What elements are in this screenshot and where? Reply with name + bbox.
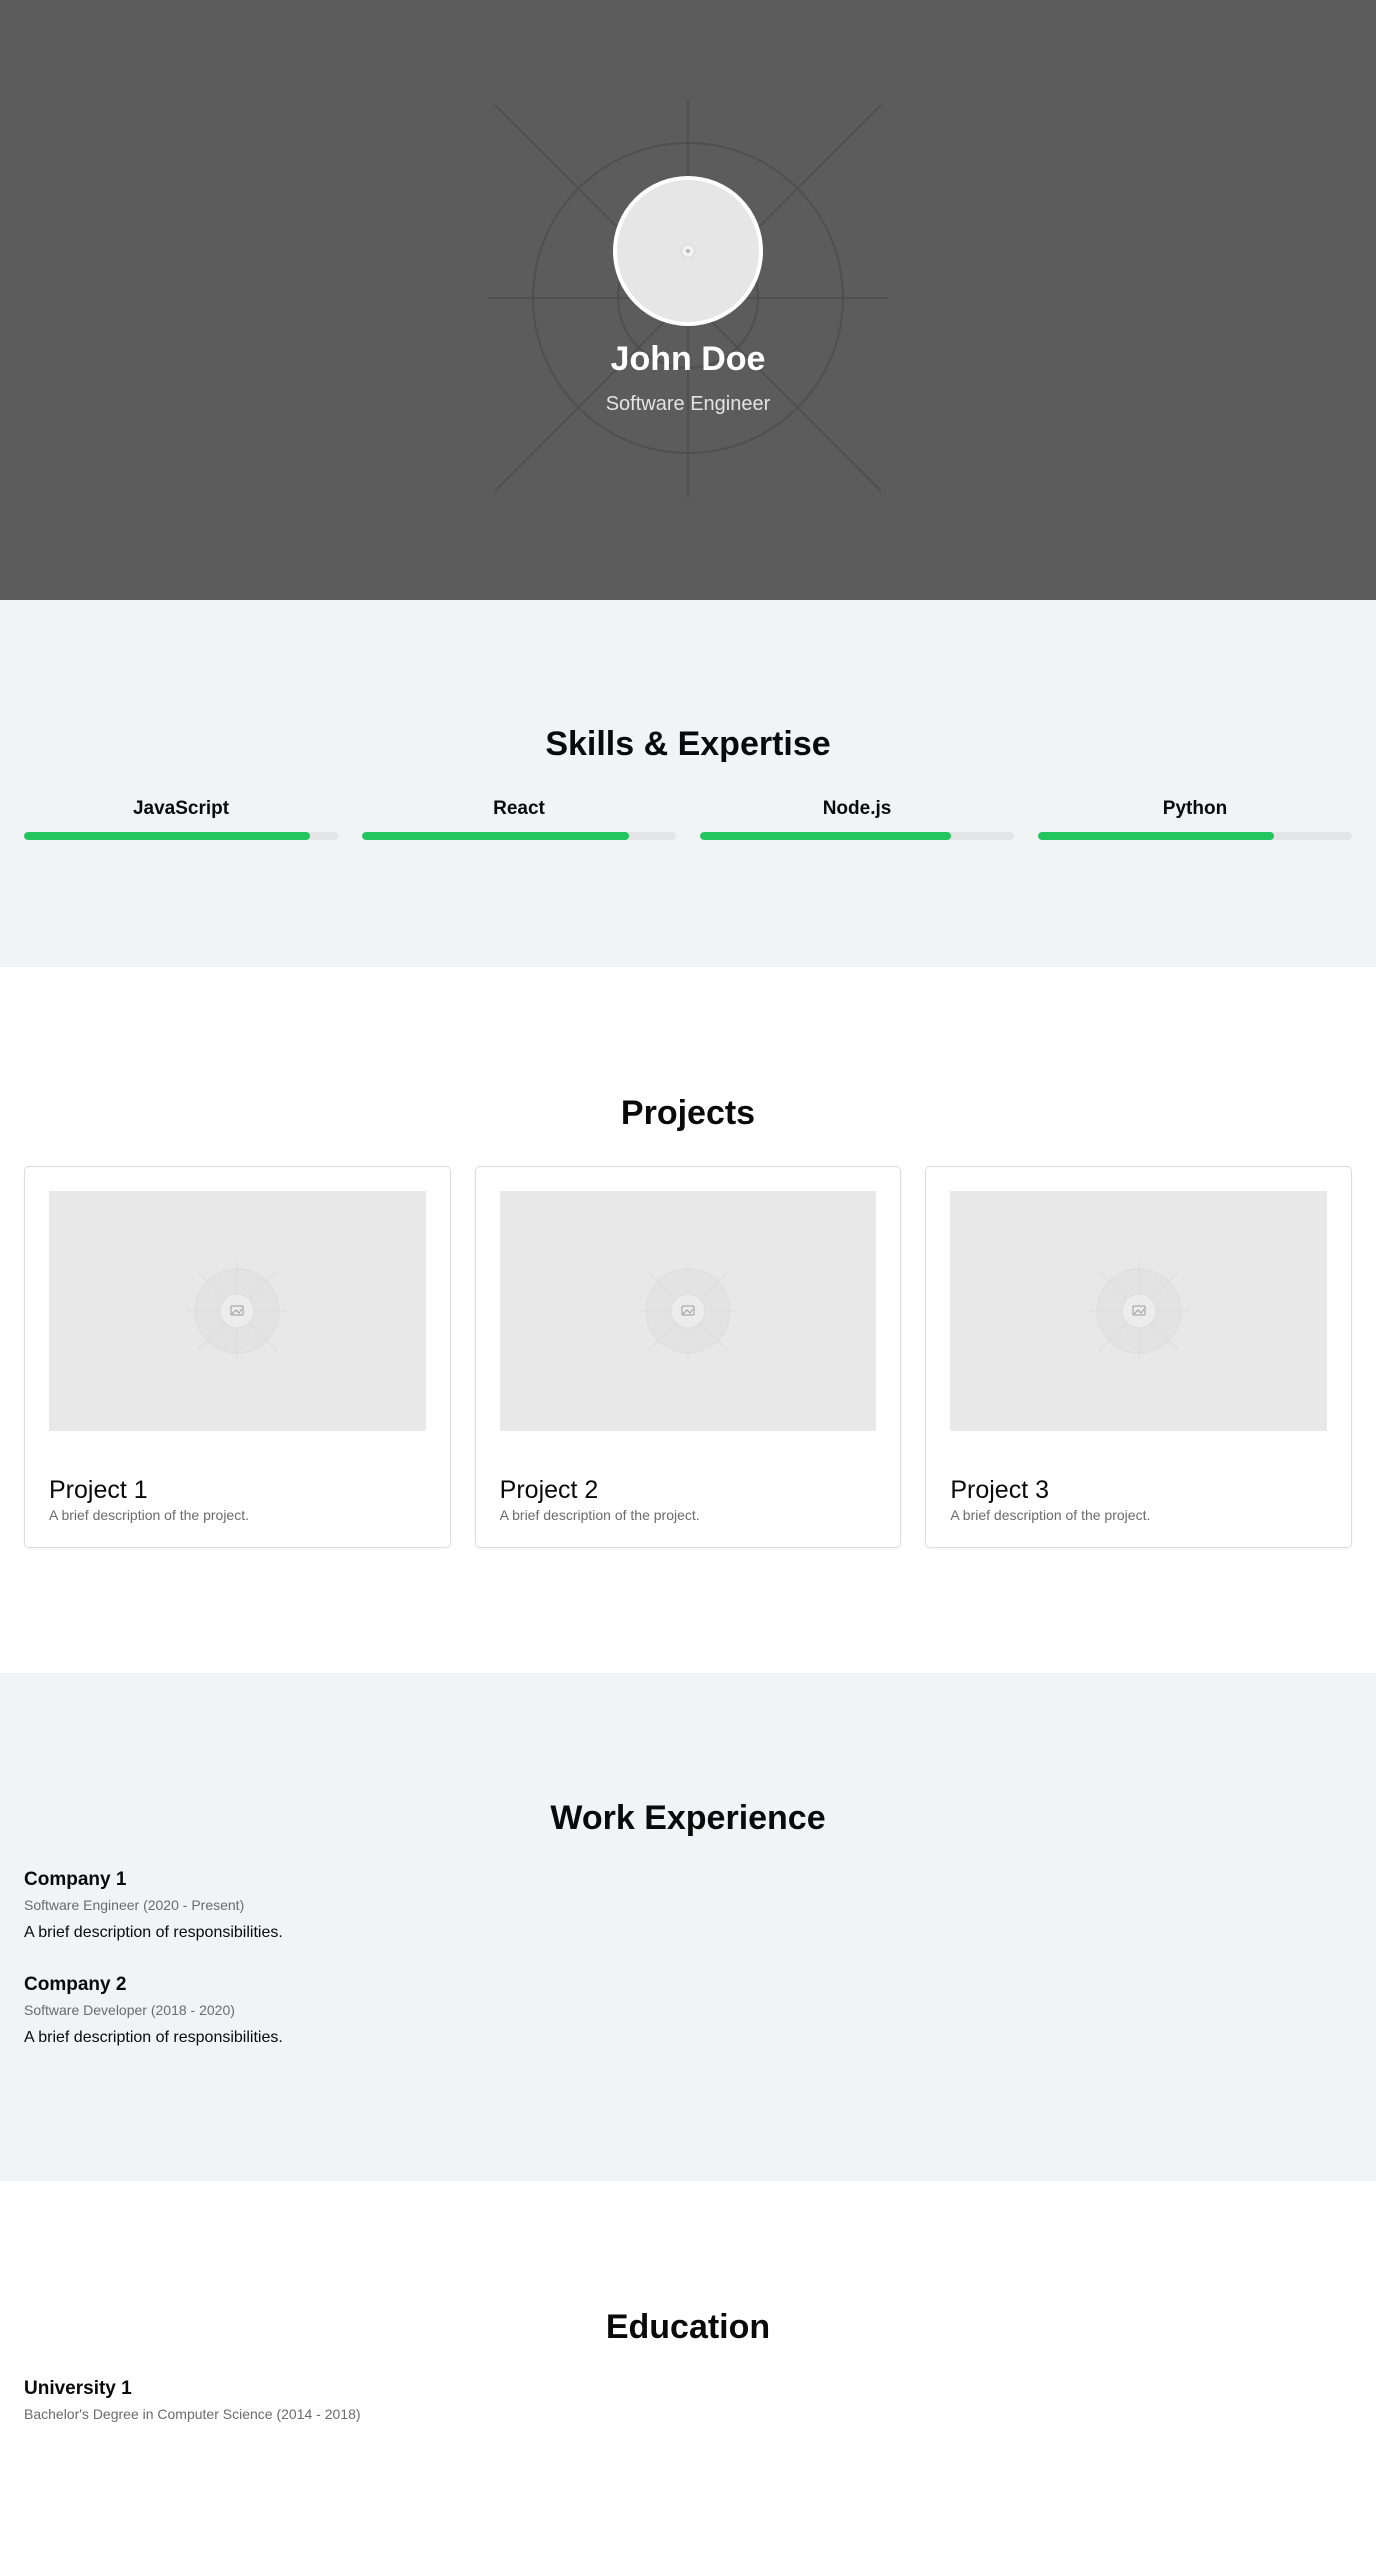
projects-section: Projects Project 1 A brief description o… <box>0 967 1376 1673</box>
skill-item: Node.js <box>700 798 1014 840</box>
project-description: A brief description of the project. <box>950 1507 1151 1523</box>
skill-progress-track <box>362 832 676 840</box>
skill-item: React <box>362 798 676 840</box>
skill-name: Python <box>1162 798 1228 819</box>
skill-progress-track <box>700 832 1014 840</box>
work-list: Company 1 Software Engineer (2020 - Pres… <box>0 1869 1376 2047</box>
degree: Bachelor's Degree in Computer Science (2… <box>24 2406 361 2422</box>
project-image <box>49 1191 426 1431</box>
avatar <box>613 176 763 326</box>
skill-progress-track <box>24 832 338 840</box>
school-name: University 1 <box>24 2378 132 2399</box>
company-name: Company 2 <box>24 1974 127 1995</box>
project-card[interactable]: Project 3 A brief description of the pro… <box>925 1166 1353 1548</box>
skills-list: JavaScript React Node.js Python <box>0 798 1376 840</box>
job-role: Software Engineer (2020 - Present) <box>24 1897 245 1913</box>
skill-name: React <box>493 798 545 819</box>
project-card[interactable]: Project 1 A brief description of the pro… <box>24 1166 451 1548</box>
profile-name: John Doe <box>610 340 766 378</box>
skill-progress-fill <box>362 832 629 840</box>
education-title: Education <box>605 2308 771 2346</box>
work-title: Work Experience <box>550 1799 826 1837</box>
projects-title: Projects <box>620 1094 756 1132</box>
skill-progress-fill <box>24 832 310 840</box>
education-list: University 1 Bachelor's Degree in Comput… <box>0 2378 1376 2422</box>
skill-progress-fill <box>700 832 952 840</box>
hero-section: John Doe Software Engineer <box>0 0 1376 600</box>
image-placeholder-icon <box>638 1261 738 1361</box>
work-entry: Company 1 Software Engineer (2020 - Pres… <box>24 1869 1352 1942</box>
company-name: Company 1 <box>24 1869 127 1890</box>
project-image <box>499 1191 877 1431</box>
skill-progress-fill <box>1038 832 1274 840</box>
work-experience-section: Work Experience Company 1 Software Engin… <box>0 1673 1376 2181</box>
project-title: Project 1 <box>49 1476 148 1504</box>
project-image <box>950 1191 1328 1431</box>
skill-name: Node.js <box>822 798 892 819</box>
project-card[interactable]: Project 2 A brief description of the pro… <box>474 1166 902 1548</box>
skill-name: JavaScript <box>132 798 230 819</box>
skill-progress-track <box>1038 832 1352 840</box>
job-description: A brief description of responsibilities. <box>24 2029 283 2046</box>
profile-role: Software Engineer <box>605 393 771 415</box>
skill-item: JavaScript <box>24 798 338 840</box>
project-title: Project 2 <box>499 1476 599 1504</box>
skills-section: Skills & Expertise JavaScript React Node… <box>0 600 1376 967</box>
project-description: A brief description of the project. <box>49 1507 249 1523</box>
projects-list: Project 1 A brief description of the pro… <box>0 1166 1376 1548</box>
image-placeholder-icon <box>681 244 695 258</box>
project-description: A brief description of the project. <box>499 1507 700 1523</box>
work-entry: Company 2 Software Developer (2018 - 202… <box>24 1974 1352 2047</box>
job-role: Software Developer (2018 - 2020) <box>24 2002 235 2018</box>
skills-title: Skills & Expertise <box>545 725 831 763</box>
image-placeholder-icon <box>187 1261 288 1361</box>
job-description: A brief description of responsibilities. <box>24 1924 283 1941</box>
image-placeholder-icon <box>1088 1261 1189 1361</box>
education-section: Education University 1 Bachelor's Degree… <box>0 2181 1376 2554</box>
education-entry: University 1 Bachelor's Degree in Comput… <box>24 2378 1352 2422</box>
project-title: Project 3 <box>950 1476 1050 1504</box>
skill-item: Python <box>1038 798 1352 840</box>
